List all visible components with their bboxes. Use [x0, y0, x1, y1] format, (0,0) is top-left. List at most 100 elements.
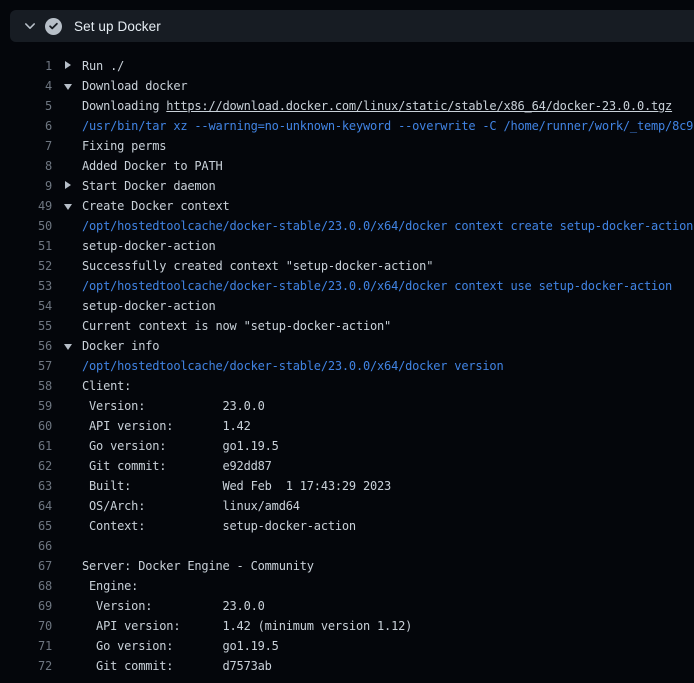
log-line-row[interactable]: 4Download docker: [0, 76, 694, 96]
log-line-row: 66: [0, 536, 694, 556]
line-number[interactable]: 53: [0, 276, 52, 296]
log-command-text: /opt/hostedtoolcache/docker-stable/23.0.…: [82, 356, 503, 376]
chevron-down-icon: [23, 19, 37, 33]
line-number[interactable]: 57: [0, 356, 52, 376]
line-number[interactable]: 4: [0, 76, 52, 96]
line-number[interactable]: 1: [0, 56, 52, 76]
log-text: setup-docker-action: [82, 236, 215, 256]
line-number[interactable]: 50: [0, 216, 52, 236]
line-number[interactable]: 70: [0, 616, 52, 636]
group-toggle: [52, 196, 82, 216]
log-line-row: 51 setup-docker-action: [0, 236, 694, 256]
group-toggle: [52, 176, 82, 196]
collapse-step-button[interactable]: [18, 14, 42, 38]
step-title: Set up Docker: [74, 19, 161, 34]
log-text: Git commit: e92dd87: [82, 456, 272, 476]
log-text: Server: Docker Engine - Community: [82, 556, 314, 576]
log-line-row: 67 Server: Docker Engine - Community: [0, 556, 694, 576]
log-text: Go version: go1.19.5: [82, 436, 279, 456]
gutter-spacer: [52, 156, 82, 176]
log-text: Context: setup-docker-action: [82, 516, 356, 536]
gutter-spacer: [52, 236, 82, 256]
line-number[interactable]: 69: [0, 596, 52, 616]
log-text: API version: 1.42 (minimum version 1.12): [82, 616, 412, 636]
log-text: OS/Arch: linux/amd64: [82, 496, 300, 516]
log-line-row: 61 Go version: go1.19.5: [0, 436, 694, 456]
log-line-row[interactable]: 1 Run ./: [0, 56, 694, 76]
log-line-row[interactable]: 9Start Docker daemon: [0, 176, 694, 196]
triangle-right-icon[interactable]: [65, 181, 71, 189]
log-url-link[interactable]: https://download.docker.com/linux/static…: [166, 96, 672, 116]
line-number[interactable]: 72: [0, 656, 52, 676]
triangle-down-icon[interactable]: [64, 84, 72, 90]
gutter-spacer: [52, 276, 82, 296]
log-text: Successfully created context "setup-dock…: [82, 256, 433, 276]
line-number[interactable]: 7: [0, 136, 52, 156]
group-title-text: Create Docker context: [82, 196, 230, 216]
gutter-spacer: [52, 376, 82, 396]
line-number[interactable]: 54: [0, 296, 52, 316]
triangle-down-icon[interactable]: [64, 204, 72, 210]
line-number[interactable]: 71: [0, 636, 52, 656]
line-number[interactable]: 5: [0, 96, 52, 116]
triangle-down-icon[interactable]: [64, 344, 72, 350]
line-number[interactable]: 9: [0, 176, 52, 196]
log-line-row: 63 Built: Wed Feb 1 17:43:29 2023: [0, 476, 694, 496]
log-line-row: 62 Git commit: e92dd87: [0, 456, 694, 476]
log-line-row[interactable]: 56 Docker info: [0, 336, 694, 356]
line-number[interactable]: 63: [0, 476, 52, 496]
line-number[interactable]: 60: [0, 416, 52, 436]
log-line-row: 6/usr/bin/tar xz --warning=no-unknown-ke…: [0, 116, 694, 136]
line-number[interactable]: 8: [0, 156, 52, 176]
log-line-row: 57/opt/hostedtoolcache/docker-stable/23.…: [0, 356, 694, 376]
log-line-row: 69 Version: 23.0.0: [0, 596, 694, 616]
log-text: Current context is now "setup-docker-act…: [82, 316, 391, 336]
line-number[interactable]: 65: [0, 516, 52, 536]
line-number[interactable]: 61: [0, 436, 52, 456]
log-text: Git commit: d7573ab: [82, 656, 272, 676]
line-number[interactable]: 56: [0, 336, 52, 356]
line-number[interactable]: 52: [0, 256, 52, 276]
log-line-row: 55 Current context is now "setup-docker-a…: [0, 316, 694, 336]
line-number[interactable]: 62: [0, 456, 52, 476]
group-toggle: [52, 76, 82, 96]
group-toggle: [52, 56, 82, 76]
log-line-row: 7Fixing perms: [0, 136, 694, 156]
gutter-spacer: [52, 356, 82, 376]
log-line-row: 54 setup-docker-action: [0, 296, 694, 316]
group-title-text: Run ./: [82, 56, 124, 76]
gutter-spacer: [52, 116, 82, 136]
gutter-spacer: [52, 556, 82, 576]
log-text: setup-docker-action: [82, 296, 215, 316]
gutter-spacer: [52, 216, 82, 236]
gutter-spacer: [52, 256, 82, 276]
triangle-right-icon[interactable]: [65, 61, 71, 69]
group-title-text: Docker info: [82, 336, 159, 356]
log-line-row: 60 API version: 1.42: [0, 416, 694, 436]
gutter-spacer: [52, 536, 82, 556]
line-number[interactable]: 51: [0, 236, 52, 256]
line-number[interactable]: 49: [0, 196, 52, 216]
log-line-row[interactable]: 49 Create Docker context: [0, 196, 694, 216]
gutter-spacer: [52, 96, 82, 116]
line-number[interactable]: 67: [0, 556, 52, 576]
log-text: Downloading: [82, 96, 166, 116]
line-number[interactable]: 64: [0, 496, 52, 516]
log-line-row: 59 Version: 23.0.0: [0, 396, 694, 416]
log-line-row: 5 Downloading https://download.docker.com…: [0, 96, 694, 116]
line-number[interactable]: 66: [0, 536, 52, 556]
line-number[interactable]: 59: [0, 396, 52, 416]
log-line-row: 52 Successfully created context "setup-do…: [0, 256, 694, 276]
log-area: 1 Run ./4Download docker5 Downloading http…: [0, 56, 694, 676]
log-text: Client:: [82, 376, 131, 396]
step-header[interactable]: Set up Docker: [10, 10, 694, 42]
log-text: Go version: go1.19.5: [82, 636, 279, 656]
line-number[interactable]: 55: [0, 316, 52, 336]
log-text: Built: Wed Feb 1 17:43:29 2023: [82, 476, 391, 496]
gutter-spacer: [52, 316, 82, 336]
log-line-row: 53/opt/hostedtoolcache/docker-stable/23.…: [0, 276, 694, 296]
line-number[interactable]: 58: [0, 376, 52, 396]
gutter-spacer: [52, 476, 82, 496]
line-number[interactable]: 68: [0, 576, 52, 596]
line-number[interactable]: 6: [0, 116, 52, 136]
